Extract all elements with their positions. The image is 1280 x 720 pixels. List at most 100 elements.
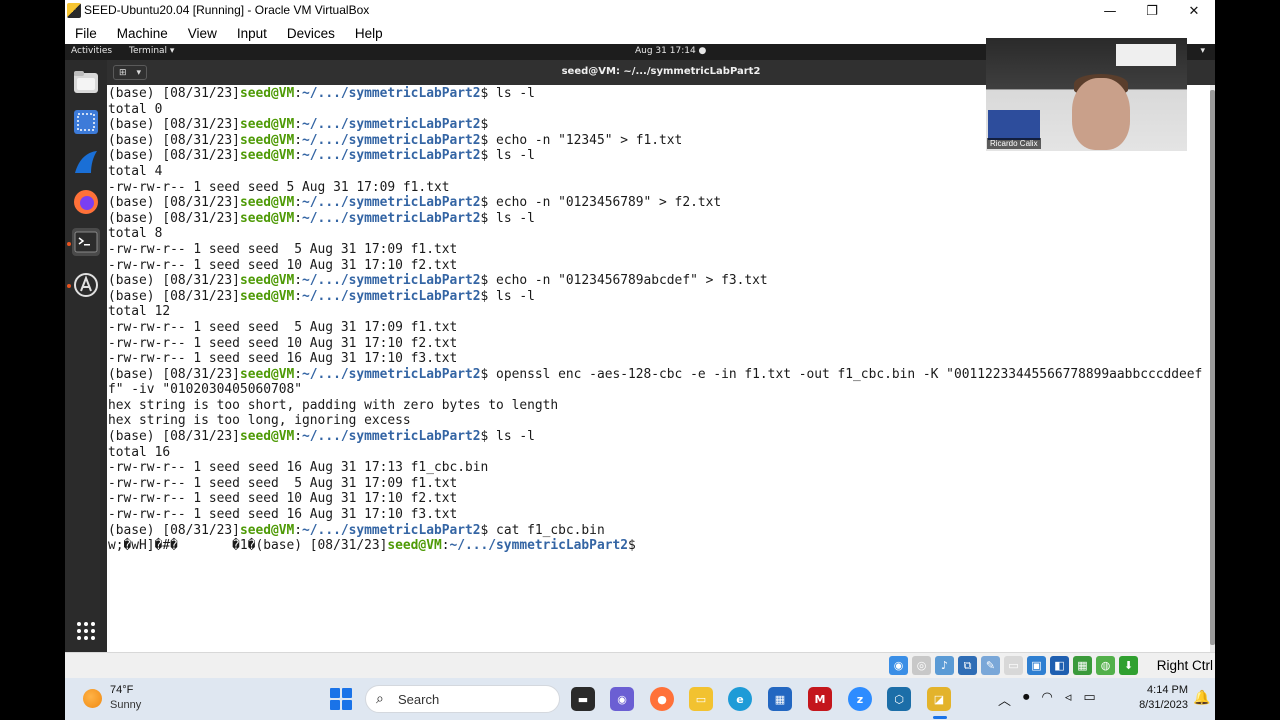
seed-vm-taskbar-icon[interactable]: ◪ (927, 687, 951, 711)
microphone-icon[interactable]: ⏺ (1023, 690, 1030, 709)
prompt-user: seed@VM (239, 195, 295, 211)
host-key-label: Right Ctrl (1156, 658, 1213, 673)
cpu-icon[interactable]: ▦ (1073, 656, 1092, 675)
file-explorer-icon[interactable]: ▭ (689, 687, 713, 711)
terminal-line: total 8 (108, 226, 163, 242)
files-icon[interactable] (72, 68, 100, 96)
terminal-icon[interactable] (72, 228, 100, 256)
ubuntu-clock[interactable]: Aug 31 17:14 ● (635, 46, 706, 56)
menu-machine[interactable]: Machine (117, 26, 168, 41)
prompt-prefix: (base) [08/31/23] (108, 148, 240, 164)
sun-icon[interactable] (83, 689, 102, 708)
wireshark-icon[interactable] (72, 148, 100, 176)
optical-drive-icon[interactable]: ◎ (912, 656, 931, 675)
prompt-path: ~/.../symmetricLabPart2 (302, 429, 481, 445)
prompt-path: ~/.../symmetricLabPart2 (302, 86, 481, 101)
close-button[interactable]: ✕ (1173, 0, 1215, 22)
running-indicator (67, 284, 71, 288)
store-icon[interactable]: ▦ (768, 687, 792, 711)
terminal-line: -rw-rw-r-- 1 seed seed 16 Aug 31 17:13 f… (108, 460, 489, 476)
screenshot-icon[interactable] (72, 108, 100, 136)
terminal-line: total 4 (108, 163, 163, 179)
weather-condition[interactable]: Sunny (110, 699, 141, 711)
audio-icon[interactable]: ♪ (935, 656, 954, 675)
windows-start-icon[interactable] (330, 688, 352, 710)
prompt-path: ~/.../symmetricLabPart2 (302, 210, 481, 226)
menu-input[interactable]: Input (237, 26, 267, 41)
firefox-icon[interactable] (72, 188, 100, 216)
minimize-button[interactable]: — (1089, 0, 1131, 22)
chat-icon[interactable]: ◉ (610, 687, 634, 711)
prompt-user: seed@VM (387, 538, 442, 554)
command-text: $ ls -l (480, 288, 535, 304)
software-updater-icon[interactable] (72, 271, 100, 299)
shared-folders-icon[interactable]: ▭ (1004, 656, 1023, 675)
prompt-colon: : (294, 288, 303, 304)
terminal-line: (base) [08/31/23]seed@VM:~/.../symmetric… (108, 289, 1215, 305)
prompt-prefix: (base) [08/31/23] (108, 86, 240, 101)
command-text: $ echo -n "12345" > f1.txt (480, 132, 683, 148)
menu-view[interactable]: View (188, 26, 217, 41)
taskbar-search-box[interactable]: ⌕ Search (365, 685, 560, 713)
terminal-line: f" -iv "0102030405060708" (108, 382, 303, 398)
show-applications-icon[interactable] (72, 617, 100, 645)
terminal-app-menu[interactable]: Terminal ▾ (129, 46, 174, 56)
taskbar-date[interactable]: 8/31/2023 (1118, 699, 1188, 711)
mcafee-icon[interactable]: M (808, 687, 832, 711)
left-letterbox (0, 0, 65, 720)
ubuntu-dock (65, 60, 107, 652)
activities-button[interactable]: Activities (71, 46, 112, 56)
terminal-line: w;�wH]�#� �1�(base) [08/31/23]seed@VM:~/… (108, 538, 1215, 554)
command-text: $ cat f1_cbc.bin (480, 522, 605, 538)
wifi-icon[interactable]: ◠ (1042, 690, 1053, 709)
zoom-icon[interactable]: z (848, 687, 872, 711)
edge-icon[interactable]: e (728, 687, 752, 711)
active-app-indicator (933, 716, 947, 719)
command-text: $ echo -n "0123456789abcdef" > f3.txt (480, 273, 768, 289)
vbox-statusbar: ◉ ◎ ♪ ⧉ ✎ ▭ ▣ ◧ ▦ ◍ ⬇ Right Ctrl (65, 652, 1215, 678)
prompt-path: ~/.../symmetricLabPart2 (302, 132, 481, 148)
windows-taskbar: 74°F Sunny ⌕ Search ▬ ◉ ● ▭ e ▦ M z ⬡ ◪ … (65, 678, 1215, 720)
prompt-colon: : (294, 429, 303, 445)
usb-icon[interactable]: ✎ (981, 656, 1000, 675)
virtualbox-app-icon (67, 3, 81, 18)
menu-devices[interactable]: Devices (287, 26, 335, 41)
video-capture-icon[interactable]: ◧ (1050, 656, 1069, 675)
firefox-taskbar-icon[interactable]: ● (650, 687, 674, 711)
prompt-prefix: (base) [08/31/23] (108, 210, 240, 226)
prompt-path: ~/.../symmetricLabPart2 (302, 117, 481, 133)
prompt-prefix: w;�wH]�#� �1�(base) [08/31/23] (108, 538, 388, 554)
terminal-output[interactable]: (base) [08/31/23]seed@VM:~/.../symmetric… (107, 85, 1215, 652)
presenter-face (1072, 78, 1130, 150)
menu-file[interactable]: File (75, 26, 97, 41)
task-view-icon[interactable]: ▬ (571, 687, 595, 711)
mouse-integration-icon[interactable]: ⬇ (1119, 656, 1138, 675)
battery-icon[interactable]: ▭ (1083, 690, 1095, 709)
system-menu-arrow[interactable]: ▾ (1200, 46, 1205, 56)
prompt-path: ~/.../symmetricLabPart2 (302, 195, 481, 211)
terminal-line: -rw-rw-r-- 1 seed seed 5 Aug 31 17:09 f1… (108, 179, 450, 195)
prompt-user: seed@VM (239, 148, 295, 164)
hard-disk-icon[interactable]: ◉ (889, 656, 908, 675)
restore-button[interactable]: ❐ (1131, 0, 1173, 22)
prompt-colon: : (294, 86, 303, 101)
weather-temperature[interactable]: 74°F (110, 684, 133, 696)
display-icon[interactable]: ▣ (1027, 656, 1046, 675)
terminal-line: (base) [08/31/23]seed@VM:~/.../symmetric… (108, 273, 1215, 289)
running-indicator (67, 242, 71, 246)
terminal-line: hex string is too short, padding with ze… (108, 397, 559, 413)
background-monitor (988, 110, 1040, 140)
virtualbox-taskbar-icon[interactable]: ⬡ (887, 687, 911, 711)
chevron-up-icon[interactable]: ︿ (998, 690, 1011, 709)
taskbar-time[interactable]: 4:14 PM (1128, 684, 1188, 696)
network-icon[interactable]: ⧉ (958, 656, 977, 675)
menu-help[interactable]: Help (355, 26, 383, 41)
guest-additions-icon[interactable]: ◍ (1096, 656, 1115, 675)
terminal-scrollbar-thumb[interactable] (1210, 90, 1215, 645)
webcam-overlay: Ricardo Calix (986, 38, 1187, 151)
volume-icon[interactable]: ◃ (1065, 690, 1072, 709)
terminal-line: total 16 (108, 444, 171, 460)
notification-bell-icon[interactable]: 🔔 (1193, 690, 1210, 706)
command-text: $ ls -l (480, 148, 535, 164)
terminal-line: -rw-rw-r-- 1 seed seed 16 Aug 31 17:10 f… (108, 507, 458, 523)
